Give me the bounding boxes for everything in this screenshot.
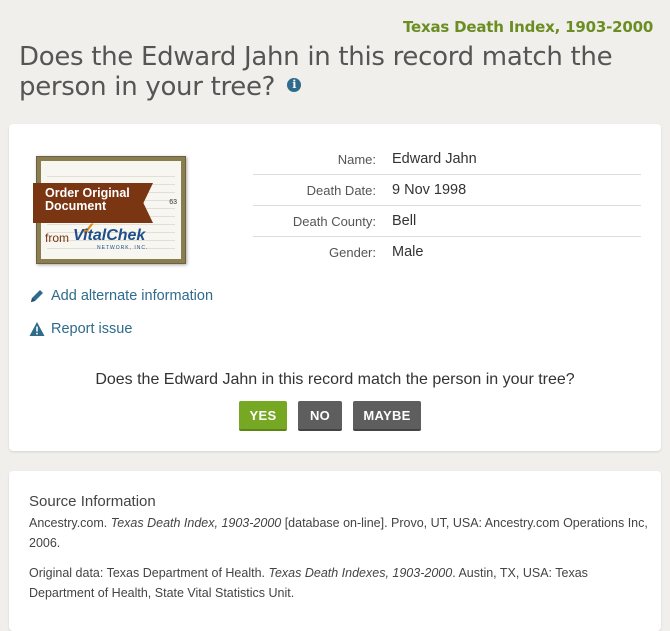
- collection-title-link[interactable]: Texas Death Index, 1903-2000: [403, 18, 653, 36]
- page-title: Does the Edward Jahn in this record matc…: [19, 42, 639, 102]
- field-row-death-date: Death Date: 9 Nov 1998: [253, 175, 641, 206]
- source-information-title: Source Information: [29, 493, 156, 510]
- field-row-death-county: Death County: Bell: [253, 206, 641, 237]
- no-button[interactable]: NO: [298, 401, 342, 431]
- order-original-document-image[interactable]: 63 Order Original Document from ✓ VitalC…: [33, 156, 186, 264]
- field-value: 9 Nov 1998: [392, 182, 467, 198]
- field-row-name: Name: Edward Jahn: [253, 144, 641, 175]
- field-value: Edward Jahn: [392, 151, 477, 167]
- match-button-group: YES NO MAYBE: [239, 401, 421, 431]
- field-label: Name:: [337, 151, 376, 167]
- source-citation-prefix: Ancestry.com.: [29, 516, 111, 530]
- pencil-icon: [31, 290, 43, 302]
- field-label: Death Date:: [306, 182, 376, 198]
- add-alternate-info-link[interactable]: Add alternate information: [29, 288, 213, 304]
- field-row-gender: Gender: Male: [253, 237, 641, 267]
- add-alternate-info-label: Add alternate information: [51, 288, 214, 304]
- field-label: Gender:: [329, 244, 376, 260]
- warning-icon: [29, 322, 45, 336]
- field-label: Death County:: [292, 213, 376, 229]
- original-data-title: Texas Death Indexes, 1903-2000: [268, 566, 453, 580]
- vitalchek-subtitle: NETWORK, INC.: [97, 245, 149, 251]
- field-value: Male: [392, 244, 424, 260]
- source-information-card: Source Information Ancestry.com. Texas D…: [9, 471, 661, 631]
- report-issue-label: Report issue: [51, 321, 133, 337]
- order-banner-line2: Document: [45, 199, 107, 213]
- vitalchek-logo: VitalChek: [73, 227, 146, 244]
- original-data-citation: Original data: Texas Department of Healt…: [29, 563, 649, 603]
- order-from-text: from: [45, 231, 69, 245]
- match-question: Does the Edward Jahn in this record matc…: [95, 371, 575, 388]
- record-card: 63 Order Original Document from ✓ VitalC…: [9, 124, 661, 451]
- source-citation-title: Texas Death Index, 1903-2000: [110, 516, 282, 530]
- report-issue-link[interactable]: Report issue: [29, 321, 132, 337]
- field-value: Bell: [392, 213, 417, 229]
- maybe-button[interactable]: MAYBE: [353, 401, 421, 431]
- yes-button[interactable]: YES: [239, 401, 287, 431]
- order-banner: Order Original Document: [33, 183, 153, 223]
- original-data-prefix: Original data: Texas Department of Healt…: [29, 566, 269, 580]
- record-fields: Name: Edward Jahn Death Date: 9 Nov 1998…: [253, 144, 641, 267]
- info-icon[interactable]: i: [287, 77, 302, 92]
- page-title-text: Does the Edward Jahn in this record matc…: [19, 42, 613, 102]
- source-citation: Ancestry.com. Texas Death Index, 1903-20…: [29, 513, 649, 553]
- document-number: 63: [169, 199, 177, 206]
